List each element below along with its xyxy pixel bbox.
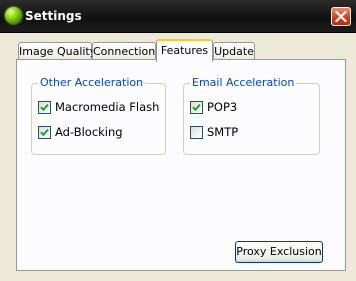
macromedia-flash-label: Macromedia Flash [55, 100, 160, 114]
features-panel: Other Acceleration Macromedia Flash Ad-B… [16, 59, 346, 271]
email-acceleration-legend: Email Acceleration [190, 76, 297, 89]
other-acceleration-legend: Other Acceleration [38, 76, 146, 89]
close-icon [335, 11, 347, 22]
checkbox-box[interactable] [190, 126, 203, 139]
checkbox-box[interactable] [190, 101, 203, 114]
ad-blocking-label: Ad-Blocking [55, 125, 123, 139]
checkbox-box[interactable] [38, 101, 51, 114]
checkmark-icon [40, 103, 49, 112]
app-orb-icon [5, 7, 22, 24]
close-button[interactable] [331, 7, 351, 26]
pop3-label: POP3 [207, 100, 238, 114]
other-acceleration-group: Other Acceleration Macromedia Flash Ad-B… [31, 76, 166, 155]
window-title: Settings [25, 9, 82, 23]
checkmark-icon [192, 103, 201, 112]
proxy-exclusion-button[interactable]: Proxy Exclusion [235, 241, 323, 263]
email-acceleration-group: Email Acceleration POP3 SMTP [183, 76, 320, 155]
tab-features[interactable]: Features [156, 39, 213, 62]
smtp-label: SMTP [207, 125, 239, 139]
title-bar[interactable]: Settings [0, 0, 356, 33]
checkmark-icon [40, 128, 49, 137]
checkbox-box[interactable] [38, 126, 51, 139]
